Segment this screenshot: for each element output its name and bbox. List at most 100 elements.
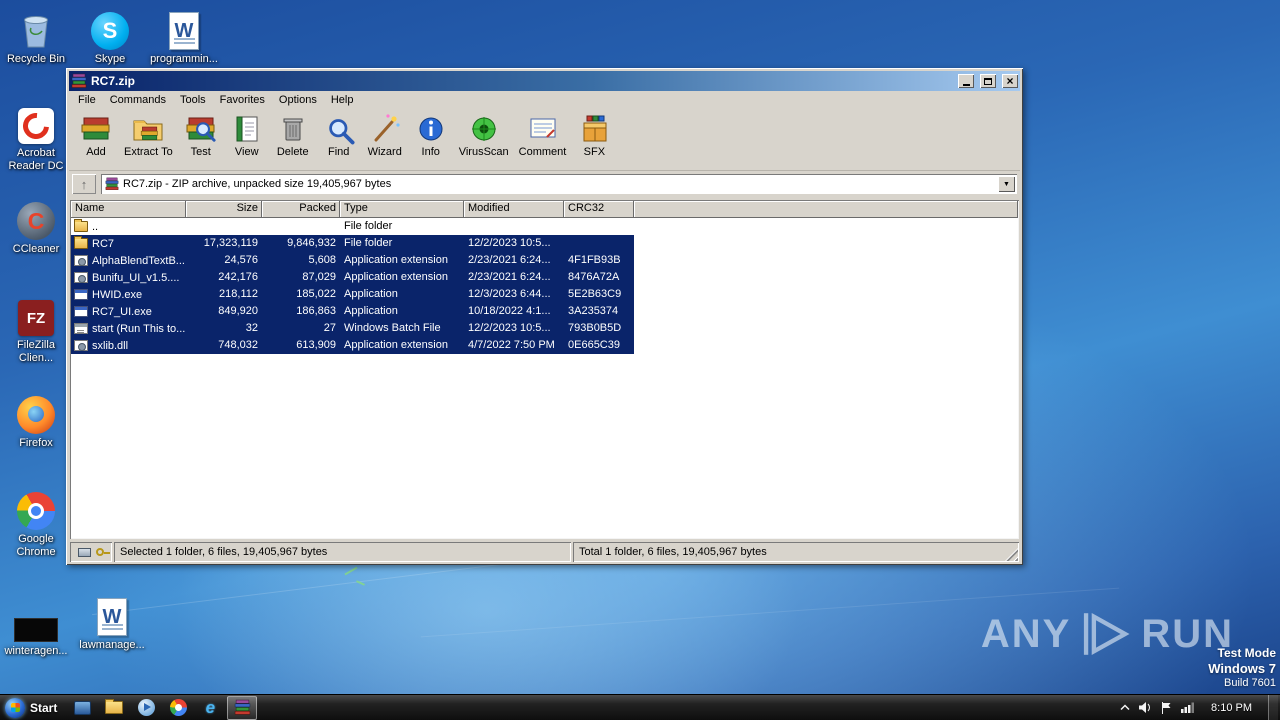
file-name: .. [92, 220, 99, 233]
disk-icon [78, 547, 91, 557]
chrome-icon [169, 699, 187, 716]
taskbar-explorer[interactable] [99, 696, 129, 720]
desktop-icon-recycle-bin[interactable]: Recycle Bin [0, 6, 72, 66]
taskbar-winrar-active[interactable] [227, 695, 258, 720]
column-header-name[interactable]: Name [71, 201, 186, 218]
desktop-icon-ccleaner[interactable]: CCleaner [0, 196, 72, 256]
sfx-button[interactable]: SFX [571, 111, 617, 158]
column-header-type[interactable]: Type [340, 201, 464, 218]
system-tray: 8:10 PM [1120, 695, 1280, 720]
view-button[interactable]: View [224, 111, 270, 158]
batch-file-icon [74, 323, 88, 334]
desktop-icon-label: FileZilla Clien... [17, 339, 55, 364]
desktop-icon-label: lawmanage... [79, 639, 145, 651]
menu-commands[interactable]: Commands [103, 92, 173, 108]
wizard-button[interactable]: Wizard [362, 111, 408, 158]
action-center-flag-icon[interactable] [1161, 701, 1172, 714]
wallpaper-sparkle [344, 566, 358, 576]
desktop-icon-lawmanage[interactable]: lawmanage... [76, 592, 148, 652]
desktop-icon-label: Acrobat Reader DC [8, 147, 64, 172]
desktop-icon-label: programmin... [150, 53, 218, 65]
up-directory-button[interactable]: ↑ [72, 174, 96, 194]
minimize-button[interactable] [958, 74, 974, 88]
virusscan-button[interactable]: VirusScan [454, 111, 514, 158]
volume-icon[interactable] [1139, 702, 1152, 713]
internet-explorer-icon [206, 698, 215, 718]
chrome-icon [17, 492, 55, 530]
column-header-packed[interactable]: Packed [262, 201, 340, 218]
tray-expand-icon[interactable] [1120, 703, 1130, 712]
toolbar: Add Extract To Test View Delete Find Wiz… [69, 109, 1020, 171]
desktop-icon-label: CCleaner [12, 243, 60, 255]
maximize-button[interactable] [980, 74, 996, 88]
menu-help[interactable]: Help [324, 92, 361, 108]
desktop-icon-firefox[interactable]: Firefox [0, 390, 72, 450]
menu-options[interactable]: Options [272, 92, 324, 108]
add-button[interactable]: Add [73, 111, 119, 158]
desktop-icon-acrobat[interactable]: Acrobat Reader DC [0, 100, 72, 172]
file-name: RC7_UI.exe [92, 305, 152, 318]
desktop-icon-skype[interactable]: Skype [74, 6, 146, 66]
file-row[interactable]: HWID.exe 218,112 185,022 Application 12/… [71, 286, 634, 303]
file-row[interactable]: RC7 17,323,119 9,846,932 File folder 12/… [71, 235, 634, 252]
info-button[interactable]: Info [408, 111, 454, 158]
file-row[interactable]: RC7_UI.exe 849,920 186,863 Application 1… [71, 303, 634, 320]
start-button[interactable]: Start [0, 695, 66, 720]
address-dropdown-button[interactable]: ▼ [998, 176, 1015, 192]
menu-favorites[interactable]: Favorites [213, 92, 272, 108]
taskbar-internet-explorer[interactable] [195, 696, 225, 720]
column-header-crc32[interactable]: CRC32 [564, 201, 634, 218]
extract-to-button[interactable]: Extract To [119, 111, 178, 158]
desktop-icon-winteragent[interactable]: winteragen... [0, 598, 72, 658]
magnifier-icon [328, 118, 355, 145]
test-button[interactable]: Test [178, 111, 224, 158]
vm-os: Windows 7 [1208, 661, 1276, 676]
info-circle-icon [419, 117, 443, 141]
menu-file[interactable]: File [71, 92, 103, 108]
status-total: Total 1 folder, 6 files, 19,405,967 byte… [573, 542, 1019, 562]
menu-bar: File Commands Tools Favorites Options He… [69, 91, 1020, 109]
find-button[interactable]: Find [316, 111, 362, 158]
desktop-icon-label: winteragen... [4, 645, 68, 657]
network-icon[interactable] [1181, 702, 1195, 713]
winrar-icon [234, 699, 251, 715]
file-name: AlphaBlendTextB... [92, 254, 185, 267]
taskbar: Start 8:10 PM [0, 694, 1280, 720]
address-text: RC7.zip - ZIP archive, unpacked size 19,… [123, 178, 392, 190]
file-row[interactable]: sxlib.dll 748,032 613,909 Application ex… [71, 337, 634, 354]
firefox-icon [17, 396, 55, 434]
dll-file-icon [74, 255, 88, 266]
start-label: Start [30, 700, 58, 715]
desktop-icon-chrome[interactable]: Google Chrome [0, 486, 72, 558]
blue-app-icon [73, 700, 91, 715]
media-player-icon [137, 699, 155, 716]
file-name: HWID.exe [92, 288, 143, 301]
title-bar[interactable]: RC7.zip × [69, 71, 1020, 91]
comment-button[interactable]: Comment [514, 111, 572, 158]
desktop: Recycle Bin Skype programmin... Acrobat … [0, 0, 1280, 694]
exe-file-icon [74, 289, 88, 300]
desktop-icon-programming-doc[interactable]: programmin... [148, 6, 220, 66]
file-row[interactable]: .. File folder [71, 218, 634, 235]
column-header-modified[interactable]: Modified [464, 201, 564, 218]
taskbar-app-window[interactable] [67, 696, 97, 720]
status-bar: Selected 1 folder, 6 files, 19,405,967 b… [70, 542, 1019, 562]
desktop-icon-filezilla[interactable]: FileZilla Clien... [0, 292, 72, 364]
column-header-filler [634, 201, 1018, 218]
show-desktop-button[interactable] [1268, 695, 1278, 720]
file-row[interactable]: AlphaBlendTextB... 24,576 5,608 Applicat… [71, 252, 634, 269]
taskbar-media-player[interactable] [131, 696, 161, 720]
word-document-icon [169, 12, 199, 50]
delete-button[interactable]: Delete [270, 111, 316, 158]
archive-icon [105, 177, 119, 190]
menu-tools[interactable]: Tools [173, 92, 213, 108]
black-app-icon [14, 618, 58, 642]
address-combobox[interactable]: RC7.zip - ZIP archive, unpacked size 19,… [101, 174, 1017, 194]
column-header-size[interactable]: Size [186, 201, 262, 218]
file-row[interactable]: Bunifu_UI_v1.5.... 242,176 87,029 Applic… [71, 269, 634, 286]
dll-file-icon [74, 272, 88, 283]
file-row[interactable]: start (Run This to... 32 27 Windows Batc… [71, 320, 634, 337]
close-button[interactable]: × [1002, 74, 1018, 88]
clock[interactable]: 8:10 PM [1204, 702, 1259, 714]
taskbar-chrome[interactable] [163, 696, 193, 720]
